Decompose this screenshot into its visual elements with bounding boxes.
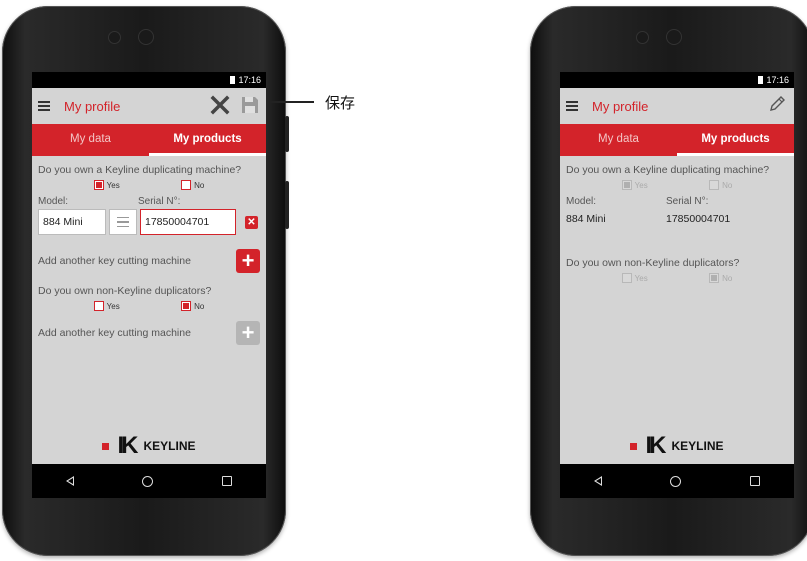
keyline-logo: IK KEYLINE [560, 434, 794, 458]
tab-my-products[interactable]: My products [149, 124, 266, 156]
nav-recent-icon[interactable] [749, 476, 760, 486]
option-label: No [722, 180, 733, 190]
serial-value: 17850004701 [666, 213, 731, 225]
option-label: Yes [106, 301, 120, 311]
sensor [109, 32, 120, 43]
model-label: Model: [566, 196, 597, 207]
remove-icon[interactable]: ✕ [245, 215, 258, 229]
model-label: Model: [38, 196, 69, 207]
page-title: My profile [64, 98, 121, 114]
option-no: No [709, 273, 732, 283]
nav-home-icon[interactable] [142, 475, 154, 487]
menu-icon[interactable] [38, 101, 50, 111]
option-label: No [194, 180, 205, 190]
checkbox-checked-disabled [621, 180, 632, 190]
products-view: Do you own a Keyline duplicating machine… [560, 156, 794, 283]
logo-text: KEYLINE [671, 439, 724, 453]
option-yes: Yes [621, 273, 648, 283]
option-label: No [194, 301, 205, 311]
nav-home-icon[interactable] [670, 475, 682, 487]
app-bar: My profile [32, 88, 266, 124]
field-labels: Model: Serial N°: [566, 196, 788, 207]
volume-button [285, 116, 289, 152]
screen: 17:16 My profile My data My products Do … [32, 72, 266, 464]
battery-icon [230, 76, 236, 84]
model-field[interactable]: 884 Mini [38, 209, 106, 235]
edit-pencil-icon[interactable] [768, 95, 786, 113]
option-yes: Yes [621, 180, 648, 190]
option-no[interactable]: No [181, 180, 204, 190]
question-keyline-machine: Do you own a Keyline duplicating machine… [38, 164, 242, 176]
machine-values: 884 Mini 17850004701 [566, 213, 788, 225]
tab-bar: My data My products [32, 124, 266, 156]
option-no: No [709, 180, 732, 190]
front-camera [139, 30, 153, 44]
serial-field[interactable]: 17850004701 [140, 209, 236, 235]
serial-label: Serial N°: [138, 196, 181, 207]
option-label: Yes [634, 180, 648, 190]
checkbox-unchecked[interactable] [93, 301, 104, 311]
status-bar: 17:16 [32, 72, 266, 88]
radio-group-keyline: Yes No [38, 180, 260, 190]
battery-icon [758, 76, 764, 84]
checkbox-unchecked-disabled [709, 180, 720, 190]
front-camera [667, 30, 681, 44]
save-icon[interactable] [240, 95, 260, 115]
nav-back-icon[interactable] [66, 476, 75, 486]
option-label: Yes [634, 273, 648, 283]
add-machine-label: Add another key cutting machine [38, 327, 191, 339]
status-bar: 17:16 [560, 72, 794, 88]
nav-bar [32, 464, 266, 498]
status-time: 17:16 [238, 75, 261, 85]
sensor [637, 32, 648, 43]
tab-my-products[interactable]: My products [677, 124, 794, 156]
page-title: My profile [592, 98, 649, 114]
radio-group-non-keyline: Yes No [566, 273, 788, 283]
screen: 17:16 My profile My data My products Do … [560, 72, 794, 464]
radio-group-non-keyline: Yes No [38, 301, 260, 311]
option-yes[interactable]: Yes [93, 180, 120, 190]
tab-bar: My data My products [560, 124, 794, 156]
nav-back-icon[interactable] [594, 476, 603, 486]
keyline-logo: IK KEYLINE [32, 434, 266, 458]
checkbox-checked[interactable] [181, 301, 192, 311]
power-button [285, 181, 289, 229]
field-labels: Model: Serial N°: [38, 196, 260, 207]
tab-my-data[interactable]: My data [32, 124, 149, 156]
nav-recent-icon[interactable] [221, 476, 232, 486]
checkbox-unchecked[interactable] [181, 180, 192, 190]
question-keyline-machine: Do you own a Keyline duplicating machine… [566, 164, 770, 176]
option-label: Yes [106, 180, 120, 190]
add-machine-row-disabled: Add another key cutting machine + [38, 321, 260, 345]
logo-text: KEYLINE [143, 439, 196, 453]
machine-row: 884 Mini 17850004701 ✕ [38, 209, 260, 235]
callout-line [270, 101, 314, 103]
close-icon[interactable] [210, 95, 230, 115]
tab-my-data[interactable]: My data [560, 124, 677, 156]
checkbox-checked-disabled [709, 273, 720, 283]
products-form: Do you own a Keyline duplicating machine… [32, 156, 266, 345]
checkbox-checked[interactable] [93, 180, 104, 190]
phone-edit-mode: 17:16 My profile My data My products Do … [2, 6, 289, 556]
option-no[interactable]: No [181, 301, 204, 311]
model-value: 884 Mini [566, 213, 606, 225]
question-non-keyline: Do you own non-Keyline duplicators? [566, 257, 740, 269]
checkbox-unchecked-disabled [621, 273, 632, 283]
question-non-keyline: Do you own non-Keyline duplicators? [38, 285, 212, 297]
save-annotation: 保存 [325, 94, 356, 112]
add-icon-disabled: + [236, 321, 260, 345]
add-icon[interactable]: + [236, 249, 260, 273]
add-machine-label: Add another key cutting machine [38, 255, 191, 267]
option-yes[interactable]: Yes [93, 301, 120, 311]
radio-group-keyline: Yes No [566, 180, 788, 190]
serial-label: Serial N°: [666, 196, 709, 207]
status-time: 17:16 [766, 75, 789, 85]
app-bar: My profile [560, 88, 794, 124]
phone-view-mode: 17:16 My profile My data My products Do … [530, 6, 807, 556]
list-icon[interactable] [109, 209, 137, 235]
add-machine-row: Add another key cutting machine + [38, 249, 260, 273]
menu-icon[interactable] [566, 101, 578, 111]
option-label: No [722, 273, 733, 283]
nav-bar [560, 464, 794, 498]
